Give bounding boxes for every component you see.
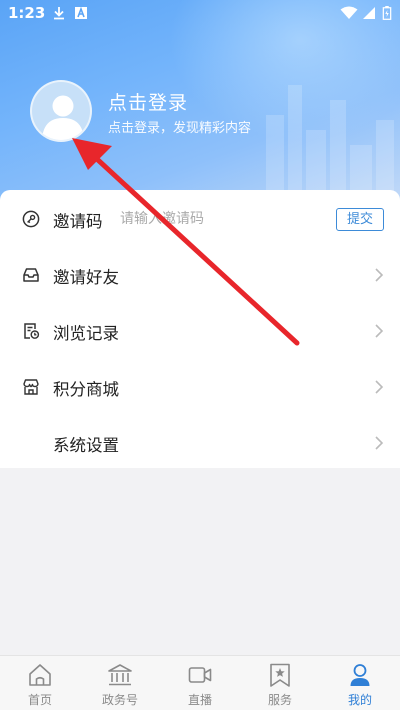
status-time: 1:23: [8, 4, 46, 22]
bottom-tab-bar: 首页 政务号 直播 服务 我的: [0, 655, 400, 710]
invite-code-label: 邀请码: [53, 212, 103, 231]
profile-header: 1:23 点击登录 点击登录，发现精彩内容: [0, 0, 400, 215]
signal-icon: [363, 7, 375, 19]
key-icon: [22, 210, 40, 228]
tab-live[interactable]: 直播: [160, 656, 240, 710]
login-title[interactable]: 点击登录: [108, 88, 188, 115]
tab-government[interactable]: 政务号: [80, 656, 160, 710]
default-avatar-icon: [42, 95, 84, 140]
avatar[interactable]: [30, 80, 92, 142]
login-subtitle[interactable]: 点击登录，发现精彩内容: [108, 117, 251, 136]
battery-icon: [382, 6, 392, 20]
chevron-right-icon: [375, 436, 384, 450]
bookmark-star-icon: [270, 663, 290, 687]
menu-item-invite-friends[interactable]: 邀请好友: [0, 247, 400, 303]
menu-item-label: 系统设置: [53, 436, 119, 455]
menu-item-label: 积分商城: [53, 380, 119, 399]
tab-label: 服务: [267, 693, 292, 707]
chevron-right-icon: [375, 380, 384, 394]
menu-card: 邀请码 提交 邀请好友 浏览记录 积分商城: [0, 190, 400, 468]
inbox-icon: [23, 268, 39, 282]
home-icon: [29, 664, 51, 686]
tab-mine[interactable]: 我的: [320, 656, 400, 710]
invite-code-input[interactable]: [120, 207, 310, 231]
tab-label: 直播: [187, 693, 212, 707]
chevron-right-icon: [375, 324, 384, 338]
submit-button[interactable]: 提交: [336, 208, 384, 231]
person-icon: [350, 664, 370, 686]
government-icon: [108, 664, 132, 686]
menu-item-system-settings[interactable]: 系统设置: [0, 415, 400, 471]
menu-item-label: 浏览记录: [53, 324, 119, 343]
menu-item-browse-history[interactable]: 浏览记录: [0, 303, 400, 359]
tab-home[interactable]: 首页: [0, 656, 80, 710]
tab-label: 政务号: [101, 693, 138, 707]
app-notification-icon: [75, 6, 87, 19]
menu-item-points-mall[interactable]: 积分商城: [0, 359, 400, 415]
download-icon: [54, 7, 64, 20]
skyline-decoration: [266, 85, 394, 195]
store-icon: [23, 379, 39, 395]
history-icon: [24, 323, 40, 339]
status-bar: 1:23: [0, 0, 400, 28]
wifi-icon: [340, 6, 358, 19]
tab-services[interactable]: 服务: [240, 656, 320, 710]
invite-code-row: 邀请码 提交: [0, 191, 400, 247]
menu-item-label: 邀请好友: [53, 268, 119, 287]
chevron-right-icon: [375, 268, 384, 282]
video-icon: [188, 667, 212, 683]
tab-label: 我的: [347, 693, 372, 707]
tab-label: 首页: [27, 693, 52, 707]
